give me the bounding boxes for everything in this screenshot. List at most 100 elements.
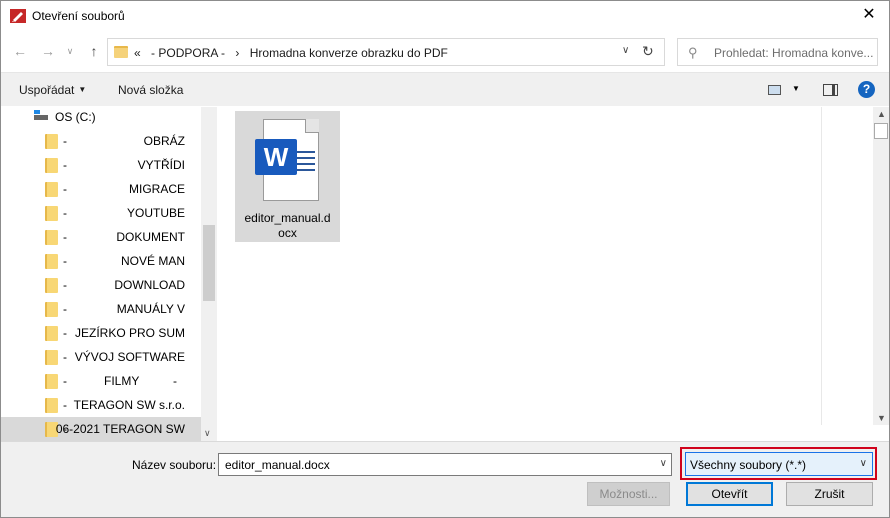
tree-item-prefix: - <box>63 254 67 268</box>
navigation-pane: OS (C:) - OBRÁZ - VYTŘÍDI - MIGRACE - YOUTUBE - D… <box>1 107 217 441</box>
folder-icon <box>45 206 58 221</box>
word-badge: W <box>255 139 297 175</box>
tree-item-label: NOVÉ MAN <box>120 254 185 268</box>
folder-icon <box>45 278 58 293</box>
navigation-bar: ← → ∨ ↑ « - PODPORA - › Hromadna konverz… <box>1 33 889 71</box>
new-folder-button[interactable]: Nová složka <box>118 83 183 97</box>
breadcrumb-overflow[interactable]: « <box>134 46 141 60</box>
open-file-dialog: Otevření souborů ✕ ← → ∨ ↑ « - PODPORA -… <box>0 0 890 518</box>
tree-item-folder[interactable]: - TERAGON SW s.r.o. <box>1 393 201 417</box>
dialog-footer: Název souboru: editor_manual.docx ∨ Všec… <box>1 441 889 517</box>
tree-item-folder[interactable]: - NOVÉ MAN <box>1 249 201 273</box>
file-list-scrollbar[interactable]: ▲ ▼ <box>873 107 889 425</box>
organize-button[interactable]: Uspořádat ▼ <box>19 83 86 97</box>
search-icon: ⚲ <box>688 45 698 60</box>
breadcrumb-separator-icon[interactable]: › <box>235 46 239 60</box>
address-bar[interactable]: « - PODPORA - › Hromadna konverze obrazk… <box>107 38 665 66</box>
tree-item-suffix: - <box>173 374 177 388</box>
drive-icon <box>34 110 48 121</box>
folder-icon <box>114 46 128 58</box>
folder-icon <box>45 326 58 341</box>
chevron-down-icon: ▼ <box>78 85 87 94</box>
folder-icon <box>45 158 58 173</box>
up-folder-arrow-icon[interactable]: ↑ <box>85 42 103 60</box>
tree-item-label: DOKUMENT <box>116 230 185 244</box>
tree-item-label: DOWNLOAD <box>114 278 185 292</box>
folder-icon <box>45 398 58 413</box>
tree-item-folder[interactable]: - OBRÁZ <box>1 129 201 153</box>
tree-item-label: MANUÁLY V <box>116 302 185 316</box>
view-icon <box>768 85 781 95</box>
tree-item-folder[interactable]: - JEZÍRKO PRO SUM <box>1 321 201 345</box>
filename-label: Název souboru: <box>132 458 217 472</box>
open-button[interactable]: Otevřít <box>686 482 773 506</box>
chevron-down-icon: ▼ <box>792 84 800 93</box>
filename-input[interactable]: editor_manual.docx ∨ <box>218 453 672 476</box>
window-title: Otevření souborů <box>32 9 125 23</box>
scroll-up-icon[interactable]: ▲ <box>877 109 886 119</box>
chevron-down-icon[interactable]: ∨ <box>660 458 667 469</box>
change-view-button[interactable]: ▼ <box>768 82 804 98</box>
forward-arrow-icon[interactable]: → <box>39 42 57 60</box>
tree-item-label: TERAGON SW s.r.o. <box>73 398 185 412</box>
folder-icon <box>45 230 58 245</box>
tree-item-label: YOUTUBE <box>126 206 185 220</box>
folder-icon <box>45 374 58 389</box>
scroll-down-icon[interactable]: ∨ <box>204 428 211 439</box>
tree-item-prefix: - <box>63 158 67 172</box>
filename-value: editor_manual.docx <box>225 458 330 472</box>
tree-item-prefix: - <box>63 182 67 196</box>
tree-item-prefix: - <box>63 398 67 412</box>
folder-icon <box>45 254 58 269</box>
scrollbar-thumb[interactable] <box>203 225 215 301</box>
tree-item-folder[interactable]: - VÝVOJ SOFTWARE <box>1 345 201 369</box>
breadcrumb-item-current[interactable]: Hromadna konverze obrazku do PDF <box>250 46 448 60</box>
tree-item-label: 06-2021 TERAGON SW <box>55 422 185 436</box>
file-name-line-2: ocx <box>278 226 297 240</box>
tree-item-label: VÝVOJ SOFTWARE <box>74 350 185 364</box>
tree-item-folder[interactable]: - DOKUMENT <box>1 225 201 249</box>
tree-item-folder[interactable]: - VYTŘÍDI <box>1 153 201 177</box>
refresh-icon[interactable]: ↻ <box>642 43 654 60</box>
tree-item-folder[interactable]: - FILMY - <box>1 369 201 393</box>
preview-pane-icon[interactable] <box>823 84 838 96</box>
options-button[interactable]: Možnosti... <box>587 482 670 506</box>
tree-item-prefix: - <box>63 302 67 316</box>
command-toolbar: Uspořádat ▼ Nová složka ▼ ? <box>1 72 889 106</box>
tree-item-prefix: - <box>63 374 67 388</box>
breadcrumb-item-podpora[interactable]: - PODPORA - <box>151 46 225 60</box>
tree-item-folder[interactable]: - MIGRACE <box>1 177 201 201</box>
tree-item-folder[interactable]: - YOUTUBE <box>1 201 201 225</box>
recent-locations-chevron-icon[interactable]: ∨ <box>63 42 77 60</box>
tree-item-label: OBRÁZ <box>143 134 185 148</box>
filetype-value: Všechny soubory (*.*) <box>690 458 807 472</box>
scrollbar-thumb[interactable] <box>874 123 888 139</box>
file-item-editor-manual[interactable]: W editor_manual.d ocx <box>235 111 340 242</box>
tree-item-label: VYTŘÍDI <box>137 158 185 172</box>
cancel-button[interactable]: Zrušit <box>786 482 873 506</box>
scroll-down-icon[interactable]: ▼ <box>877 413 886 423</box>
search-placeholder: Prohledat: Hromadna konve... <box>714 46 874 60</box>
search-input[interactable]: ⚲ Prohledat: Hromadna konve... <box>677 38 878 66</box>
tree-item-prefix: - <box>63 326 67 340</box>
navigation-scrollbar[interactable]: ∨ <box>201 107 217 441</box>
close-icon[interactable]: ✕ <box>859 5 879 25</box>
chevron-down-icon: ∨ <box>859 458 867 469</box>
address-history-chevron-icon[interactable]: ∨ <box>622 45 629 56</box>
tree-item-prefix: - <box>63 230 67 244</box>
organize-label: Uspořádat <box>19 83 75 97</box>
help-icon[interactable]: ? <box>858 81 875 98</box>
tree-item-folder[interactable]: -06-2021 TERAGON SW <box>1 417 201 441</box>
breadcrumb: « - PODPORA - › Hromadna konverze obrazk… <box>134 46 455 60</box>
back-arrow-icon[interactable]: ← <box>11 42 29 60</box>
tree-item-drive-c[interactable]: OS (C:) <box>1 107 201 129</box>
file-list: W editor_manual.d ocx <box>218 107 873 441</box>
title-bar: Otevření souborů ✕ <box>1 1 889 31</box>
tree-item-label: JEZÍRKO PRO SUM <box>74 326 185 340</box>
filetype-select[interactable]: Všechny soubory (*.*) ∨ <box>685 452 873 476</box>
tree-item-folder[interactable]: - MANUÁLY V <box>1 297 201 321</box>
file-name: editor_manual.d ocx <box>235 211 340 241</box>
tree-item-prefix: - <box>63 278 67 292</box>
tree-item-folder[interactable]: - DOWNLOAD <box>1 273 201 297</box>
pane-divider <box>821 107 822 425</box>
